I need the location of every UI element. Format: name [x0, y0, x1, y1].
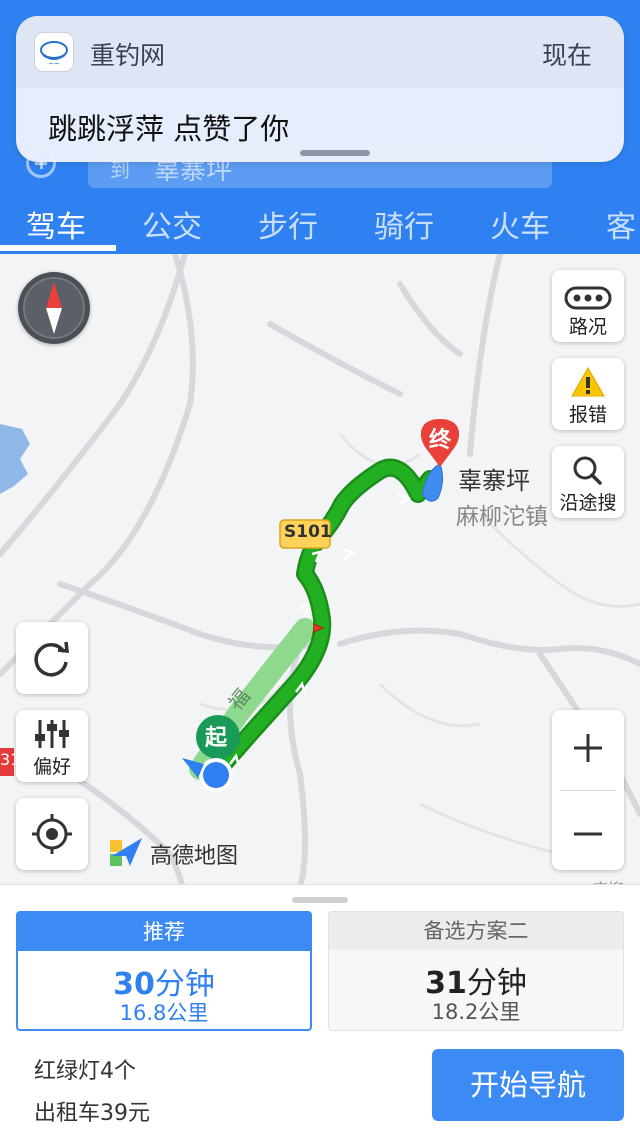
route-card-alternative[interactable]: 备选方案二 31分钟 18.2公里 [328, 911, 624, 1031]
compass-icon [23, 277, 85, 339]
locate-icon [32, 814, 72, 854]
tab-coach[interactable]: 客 [606, 202, 636, 246]
app-logo-icon: ~~ [34, 32, 74, 72]
destination-place-label: 辜寨坪 [458, 467, 530, 495]
town-label: 麻柳沱镇 [456, 504, 548, 530]
traffic-icon [564, 286, 612, 310]
traffic-lights-info: 红绿灯4个 [34, 1059, 136, 1084]
compass-button[interactable] [18, 272, 90, 344]
locate-button[interactable] [16, 798, 88, 870]
traffic-button[interactable]: 路况 [552, 270, 624, 342]
tab-ride[interactable]: 骑行 [374, 202, 434, 246]
report-error-label: 报错 [568, 404, 607, 426]
tab-walk[interactable]: 步行 [258, 202, 318, 246]
preference-label: 偏好 [32, 756, 71, 778]
route-card-tag: 备选方案二 [329, 912, 623, 950]
notification-message: 跳跳浮萍 点赞了你 [48, 112, 290, 146]
road-badge-label: S101 [284, 522, 332, 542]
tab-train[interactable]: 火车 [490, 202, 550, 246]
plus-icon [574, 734, 602, 762]
start-marker-label: 起 [205, 726, 228, 751]
minus-icon [574, 832, 602, 836]
current-location-dot [203, 762, 229, 788]
warning-icon [571, 366, 605, 397]
active-tab-indicator [0, 245, 116, 251]
recommended-route-line[interactable] [208, 461, 437, 781]
search-along-label: 沿途搜 [559, 492, 617, 514]
notification-time: 现在 [541, 41, 592, 70]
taxi-fare-info: 出租车39元 [34, 1101, 150, 1126]
route-card-tag: 推荐 [18, 913, 310, 951]
sliders-icon [35, 720, 69, 748]
zoom-in-button[interactable] [552, 710, 624, 790]
tab-drive[interactable]: 驾车 [26, 202, 86, 246]
destination-water-area [421, 463, 444, 502]
amap-logo-text: 高德地图 [150, 844, 239, 869]
refresh-icon [34, 641, 69, 677]
search-icon [573, 456, 602, 485]
end-marker-label: 终 [429, 428, 452, 453]
tab-transit[interactable]: 公交 [142, 202, 202, 246]
route-card-distance: 18.2公里 [431, 1000, 521, 1024]
route-card-distance: 16.8公里 [119, 1001, 209, 1025]
search-along-button[interactable]: 沿途搜 [552, 446, 624, 518]
amap-logo: 高德地图 [106, 834, 238, 869]
refresh-button[interactable] [16, 622, 88, 694]
notification-banner[interactable]: ~~ 重钓网 现在 跳跳浮萍 点赞了你 [16, 16, 624, 162]
map-canvas [0, 254, 640, 886]
svg-text:~~: ~~ [48, 60, 60, 68]
traffic-label: 路况 [568, 316, 607, 338]
zoom-out-button[interactable] [552, 790, 624, 870]
preference-button[interactable]: 偏好 [16, 710, 88, 782]
start-navigation-button[interactable]: 开始导航 [432, 1049, 624, 1121]
water-area [0, 424, 30, 494]
amap-logo-icon [110, 838, 142, 866]
report-error-button[interactable]: 报错 [552, 358, 624, 430]
notification-handle[interactable] [300, 150, 370, 156]
sheet-handle[interactable] [292, 897, 348, 903]
route-card-recommended[interactable]: 推荐 30分钟 16.8公里 [16, 911, 312, 1031]
route-summary-sheet: 推荐 30分钟 16.8公里 备选方案二 31分钟 18.2公里 红绿灯4个 出… [0, 884, 640, 1137]
zoom-controls [552, 710, 624, 870]
route-map[interactable]: S101 31 起 终 辜寨坪 麻柳沱镇 福 麻柳 路况 报错 沿途搜 [0, 254, 640, 886]
notification-app-name: 重钓网 [90, 41, 166, 70]
